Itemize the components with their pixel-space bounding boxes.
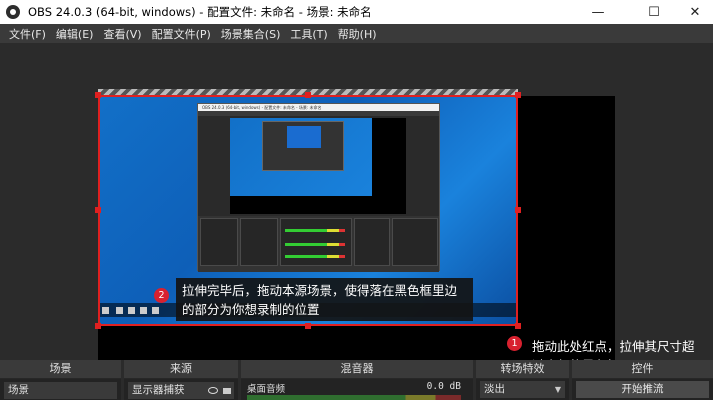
controls-dock: 控件 开始推流 — [572, 360, 713, 400]
sources-dock-title: 来源 — [124, 360, 238, 378]
scenes-dock: 场景 场景 — [0, 360, 121, 400]
controls-dock-title: 控件 — [572, 360, 713, 378]
scenes-list: 场景 — [0, 379, 121, 400]
step-2-callout: 拉伸完毕后，拖动本源场景，使得落在黑色框里边 的部分为你想录制的位置 — [176, 278, 473, 321]
resize-handle-right[interactable] — [515, 207, 521, 213]
transitions-body: 淡出 ▼ — [476, 379, 569, 400]
volume-meter — [247, 395, 461, 400]
step-1-line-1: 拖动此处红点，拉伸其尺寸超 — [532, 339, 695, 354]
resize-handle-bottom-left[interactable] — [95, 323, 101, 329]
mixer-dock-title: 混音器 — [241, 360, 473, 378]
eye-icon[interactable] — [208, 387, 218, 394]
maximize-button[interactable]: ☐ — [631, 0, 677, 24]
sources-list: 显示器捕获 — [124, 379, 238, 400]
transition-selected: 淡出 — [484, 383, 505, 395]
audio-mixer-dock: 混音器 桌面音频 0.0 dB — [241, 360, 473, 400]
step-1-badge: 1 — [507, 336, 522, 351]
chevron-down-icon: ▼ — [554, 385, 561, 394]
scenes-dock-title: 场景 — [0, 360, 121, 378]
menu-bar: 文件(F) 编辑(E) 查看(V) 配置文件(P) 场景集合(S) 工具(T) … — [0, 24, 713, 43]
menu-help[interactable]: 帮助(H) — [333, 26, 382, 42]
mixer-track-name: 桌面音频 — [247, 384, 286, 395]
resize-handle-bottom[interactable] — [305, 323, 311, 329]
lock-icon[interactable] — [223, 388, 231, 394]
window-title: OBS 24.0.3 (64-bit, windows) - 配置文件: 未命名… — [28, 5, 372, 19]
step-2-line-2: 的部分为你想录制的位置 — [182, 302, 320, 317]
menu-scene-collection[interactable]: 场景集合(S) — [216, 26, 286, 42]
close-button[interactable]: ✕ — [672, 0, 713, 24]
menu-tools[interactable]: 工具(T) — [285, 26, 332, 42]
step-2-badge: 2 — [154, 288, 169, 303]
menu-profile[interactable]: 配置文件(P) — [147, 26, 216, 42]
controls-body: 开始推流 — [572, 379, 713, 400]
menu-file[interactable]: 文件(F) — [4, 26, 51, 42]
scene-list-item[interactable]: 场景 — [4, 382, 117, 399]
start-streaming-button[interactable]: 开始推流 — [576, 381, 709, 398]
menu-edit[interactable]: 编辑(E) — [51, 26, 99, 42]
resize-handle-top[interactable] — [305, 92, 311, 98]
menu-view[interactable]: 查看(V) — [98, 26, 146, 42]
resize-handle-top-right[interactable] — [515, 92, 521, 98]
source-list-item[interactable]: 显示器捕获 — [128, 382, 234, 399]
sources-dock: 来源 显示器捕获 — [124, 360, 238, 400]
source-name: 显示器捕获 — [132, 384, 185, 396]
window-titlebar: OBS 24.0.3 (64-bit, windows) - 配置文件: 未命名… — [0, 0, 713, 24]
transitions-dock: 转场特效 淡出 ▼ — [476, 360, 569, 400]
resize-handle-left[interactable] — [95, 207, 101, 213]
resize-handle-top-left[interactable] — [95, 92, 101, 98]
mixer-body: 桌面音频 0.0 dB — [241, 379, 473, 400]
mixer-track-db: 0.0 dB — [426, 381, 461, 392]
preview-area[interactable]: OBS 24.0.3 (64-bit, windows) - 配置文件: 未命名… — [0, 43, 713, 388]
transitions-dock-title: 转场特效 — [476, 360, 569, 378]
transition-select[interactable]: 淡出 ▼ — [480, 381, 565, 398]
resize-handle-bottom-right[interactable] — [515, 323, 521, 329]
obs-logo-icon — [6, 5, 20, 19]
step-2-line-1: 拉伸完毕后，拖动本源场景，使得落在黑色框里边 — [182, 283, 458, 298]
minimize-button[interactable]: — — [575, 0, 621, 24]
bottom-docks: 场景 场景 来源 显示器捕获 混音器 桌面音频 0.0 dB 转场特效 淡出 ▼ — [0, 360, 713, 400]
